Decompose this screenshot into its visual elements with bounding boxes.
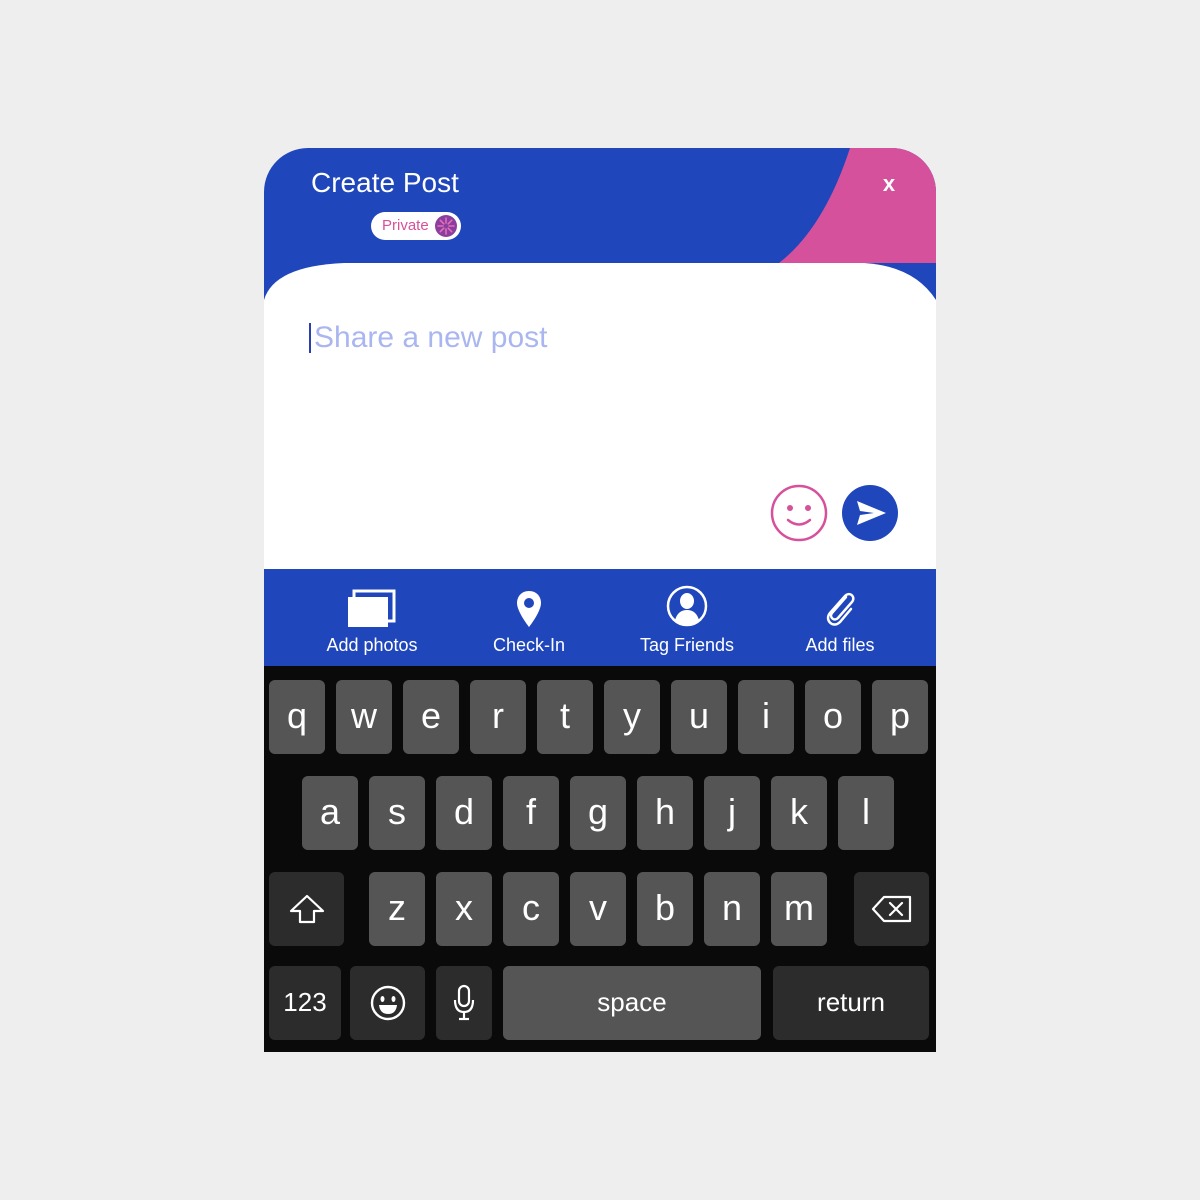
key-label: x (455, 887, 473, 928)
key-label: 123 (283, 987, 327, 1017)
key-a[interactable]: a (302, 776, 358, 850)
key-label: h (654, 791, 676, 832)
key-label: y (623, 695, 641, 736)
key-label: g (587, 791, 609, 832)
key-w[interactable]: w (336, 680, 392, 754)
key-label: p (889, 695, 911, 736)
key-label: b (654, 887, 676, 928)
key-label: k (790, 791, 808, 832)
key-label: z (388, 887, 406, 928)
on-screen-keyboard: q w e r t y u i o p a s d f g h j k l z … (264, 666, 936, 1052)
key-n[interactable]: n (704, 872, 760, 946)
key-k[interactable]: k (771, 776, 827, 850)
add-files-button[interactable]: Add files (790, 569, 890, 666)
emoji-key[interactable] (350, 966, 425, 1040)
shift-arrow-icon (289, 894, 324, 924)
backspace-key[interactable] (854, 872, 929, 946)
key-o[interactable]: o (805, 680, 861, 754)
key-label: w (351, 695, 377, 736)
key-q[interactable]: q (269, 680, 325, 754)
key-j[interactable]: j (704, 776, 760, 850)
paperclip-icon (826, 592, 855, 626)
key-label: m (784, 887, 814, 928)
location-pin-icon (517, 591, 541, 627)
key-z[interactable]: z (369, 872, 425, 946)
check-in-label: Check-In (492, 635, 566, 655)
key-label: space (597, 987, 667, 1017)
key-label: f (525, 791, 536, 832)
key-c[interactable]: c (503, 872, 559, 946)
backspace-icon (871, 895, 911, 923)
check-in-button[interactable]: Check-In (474, 569, 584, 666)
key-g[interactable]: g (570, 776, 626, 850)
key-h[interactable]: h (637, 776, 693, 850)
key-r[interactable]: r (470, 680, 526, 754)
photos-icon (348, 589, 396, 627)
key-label: q (286, 695, 308, 736)
key-label: s (388, 791, 406, 832)
key-label: a (319, 791, 341, 832)
key-i[interactable]: i (738, 680, 794, 754)
key-label: o (822, 695, 844, 736)
privacy-toggle[interactable]: Private (371, 212, 461, 240)
tag-friends-label: Tag Friends (639, 635, 735, 655)
post-text-input[interactable] (314, 318, 754, 358)
key-d[interactable]: d (436, 776, 492, 850)
key-label: return (817, 987, 885, 1017)
key-s[interactable]: s (369, 776, 425, 850)
add-photos-button[interactable]: Add photos (312, 569, 432, 666)
key-m[interactable]: m (771, 872, 827, 946)
attachment-toolbar: Add photos Check-In Tag Friends Add file… (264, 569, 936, 666)
emoji-keyboard-icon (370, 985, 405, 1021)
send-icon (857, 501, 886, 525)
text-caret (309, 323, 311, 353)
person-icon (666, 585, 708, 627)
key-f[interactable]: f (503, 776, 559, 850)
key-l[interactable]: l (838, 776, 894, 850)
emoji-picker-icon[interactable] (770, 484, 828, 542)
key-label: v (589, 887, 607, 928)
space-key[interactable]: space (503, 966, 761, 1040)
shift-key[interactable] (269, 872, 344, 946)
key-y[interactable]: y (604, 680, 660, 754)
key-p[interactable]: p (872, 680, 928, 754)
key-label: t (559, 695, 570, 736)
dialog-header: Create Post x Private (264, 148, 936, 318)
key-label: j (728, 791, 736, 832)
key-t[interactable]: t (537, 680, 593, 754)
send-button[interactable] (842, 485, 898, 541)
privacy-label: Private (382, 217, 429, 234)
key-label: r (492, 695, 504, 736)
key-x[interactable]: x (436, 872, 492, 946)
key-e[interactable]: e (403, 680, 459, 754)
add-files-label: Add files (805, 635, 875, 655)
tag-friends-button[interactable]: Tag Friends (624, 569, 750, 666)
dialog-title: Create Post (311, 167, 459, 198)
key-label: i (762, 695, 770, 736)
key-label: d (453, 791, 475, 832)
close-button[interactable]: x (870, 168, 908, 200)
numbers-key[interactable]: 123 (269, 966, 341, 1040)
key-label: l (862, 791, 870, 832)
key-u[interactable]: u (671, 680, 727, 754)
key-v[interactable]: v (570, 872, 626, 946)
key-label: e (420, 695, 442, 736)
key-label: n (721, 887, 743, 928)
add-photos-label: Add photos (326, 635, 418, 655)
key-label: u (688, 695, 710, 736)
key-b[interactable]: b (637, 872, 693, 946)
create-post-dialog: Create Post x Private Share a new post A… (264, 148, 936, 1052)
post-composer (264, 318, 936, 569)
return-key[interactable]: return (773, 966, 929, 1040)
key-label: c (522, 887, 540, 928)
globe-icon (435, 215, 457, 237)
dictation-key[interactable] (436, 966, 492, 1040)
microphone-icon (453, 984, 475, 1021)
